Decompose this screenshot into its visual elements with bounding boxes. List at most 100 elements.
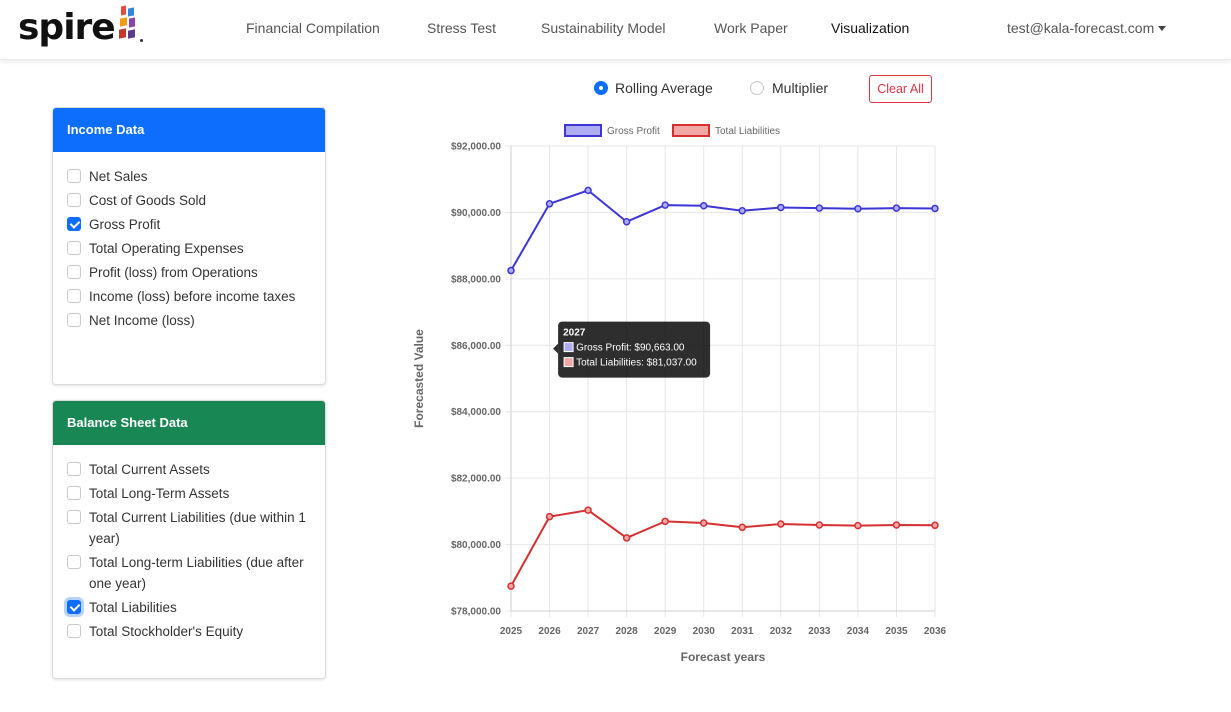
y-tick-label: $92,000.00 [451,142,501,153]
balance-item[interactable]: Total Liabilities [67,597,311,618]
income-checkbox[interactable] [67,241,81,255]
data-point[interactable] [892,521,901,529]
data-point[interactable] [777,520,785,528]
x-tick-label: 2025 [500,626,523,637]
legend-swatch[interactable] [564,124,602,137]
income-item[interactable]: Net Sales [67,166,311,187]
income-label: Total Operating Expenses [89,241,244,256]
tooltip-title: 2027 [563,328,586,339]
income-label: Profit (loss) from Operations [89,265,258,280]
data-point[interactable] [622,534,631,542]
income-label: Income (loss) before income taxes [89,289,296,304]
clear-all-button[interactable]: Clear All [869,75,932,103]
income-checkbox[interactable] [67,313,81,327]
balance-sheet-list: Total Current Assets Total Long-Term Asse… [53,445,325,663]
balance-label: Total Long-term Liabilities (due after o… [89,555,304,591]
nav-stress-test[interactable]: Stress Test [427,18,496,38]
data-point[interactable] [507,582,515,590]
data-point[interactable] [584,186,592,195]
data-point[interactable] [931,521,939,530]
data-point[interactable] [854,205,862,213]
income-item[interactable]: Profit (loss) from Operations [67,262,311,283]
x-tick-label: 2036 [924,626,947,637]
forecast-line-chart: $78,000.00 $80,000.00 $82,000.00 $84,000.00… [412,124,947,664]
income-item[interactable]: Cost of Goods Sold [67,190,311,211]
brand-name: spire [18,7,116,48]
income-label: Net Sales [89,169,148,184]
rolling-average-radio[interactable] [594,81,608,95]
data-point[interactable] [777,203,785,212]
x-tick-label: 2029 [654,626,677,637]
legend-label[interactable]: Gross Profit [607,126,660,137]
income-item[interactable]: Net Income (loss) [67,310,311,331]
multiplier-label[interactable]: Multiplier [772,78,828,98]
data-point[interactable] [815,521,824,529]
legend-label[interactable]: Total Liabilities [715,126,780,137]
x-tick-label: 2035 [885,626,908,637]
balance-label: Total Current Liabilities (due within 1 … [89,510,306,546]
data-point[interactable] [738,523,747,532]
nav-financial-compilation[interactable]: Financial Compilation [246,18,380,38]
balance-checkbox[interactable] [67,555,81,569]
nav-work-paper[interactable]: Work Paper [714,18,788,38]
balance-checkbox[interactable] [67,462,81,476]
income-item[interactable]: Income (loss) before income taxes [67,286,311,307]
data-point[interactable] [854,521,862,530]
data-point[interactable] [699,202,708,210]
x-tick-label: 2026 [538,626,561,637]
data-point[interactable] [815,204,824,212]
data-point[interactable] [545,200,554,208]
tooltip-swatch [563,342,574,353]
x-tick-label: 2032 [770,626,793,637]
balance-item[interactable]: Total Long-Term Assets [67,483,311,504]
x-axis-title: Forecast years [681,650,766,664]
data-point[interactable] [545,512,554,521]
income-checkbox[interactable] [67,169,81,183]
balance-checkbox[interactable] [67,486,81,500]
balance-checkbox[interactable] [67,624,81,638]
multiplier-radio[interactable] [750,81,764,95]
data-point[interactable] [661,201,669,209]
data-point[interactable] [661,517,669,526]
y-tick-label: $78,000.00 [451,607,501,618]
income-checkbox[interactable] [67,289,81,303]
balance-sheet-card: Balance Sheet Data Total Current Assets T… [52,400,326,679]
user-email: test@kala-forecast.com [1007,20,1155,36]
income-item[interactable]: Total Operating Expenses [67,238,311,259]
rolling-average-label[interactable]: Rolling Average [615,78,713,98]
brand-logo[interactable]: spire [18,5,143,52]
income-item[interactable]: Gross Profit [67,214,311,235]
balance-checkbox[interactable] [67,600,81,614]
user-menu-dropdown[interactable]: test@kala-forecast.com [1007,18,1167,38]
tooltip-line: Total Liabilities: $81,037.00 [576,358,697,369]
balance-item[interactable]: Total Current Assets [67,459,311,480]
x-tick-label: 2028 [616,626,639,637]
tooltip-line: Gross Profit: $90,663.00 [576,343,685,354]
y-tick-label: $90,000.00 [451,208,501,219]
data-point[interactable] [699,519,708,527]
y-tick-label: $80,000.00 [451,540,501,551]
data-point[interactable] [507,266,515,275]
nav-visualization[interactable]: Visualization [831,18,909,38]
income-checkbox[interactable] [67,193,81,207]
balance-item[interactable]: Total Long-term Liabilities (due after o… [67,552,311,594]
data-point[interactable] [892,204,901,212]
data-point[interactable] [738,207,747,215]
balance-item[interactable]: Total Stockholder's Equity [67,621,311,642]
balance-label: Total Long-Term Assets [89,486,230,501]
income-data-list: Net Sales Cost of Goods Sold Gross Profit T… [53,152,325,352]
balance-checkbox[interactable] [67,510,81,524]
data-point[interactable] [622,217,631,226]
balance-sheet-header: Balance Sheet Data [53,401,325,445]
top-navbar: spire Financial Compilation Stress Test … [0,0,1231,60]
x-tick-label: 2027 [577,626,600,637]
nav-sustainability-model[interactable]: Sustainability Model [541,18,666,38]
income-data-card: Income Data Net Sales Cost of Goods Sold G… [52,107,326,385]
legend-swatch[interactable] [672,124,710,137]
income-checkbox[interactable] [67,265,81,279]
balance-item[interactable]: Total Current Liabilities (due within 1 … [67,507,311,549]
income-label: Net Income (loss) [89,313,195,328]
income-checkbox[interactable] [67,217,81,231]
data-point[interactable] [931,204,939,213]
data-point[interactable] [584,506,592,514]
